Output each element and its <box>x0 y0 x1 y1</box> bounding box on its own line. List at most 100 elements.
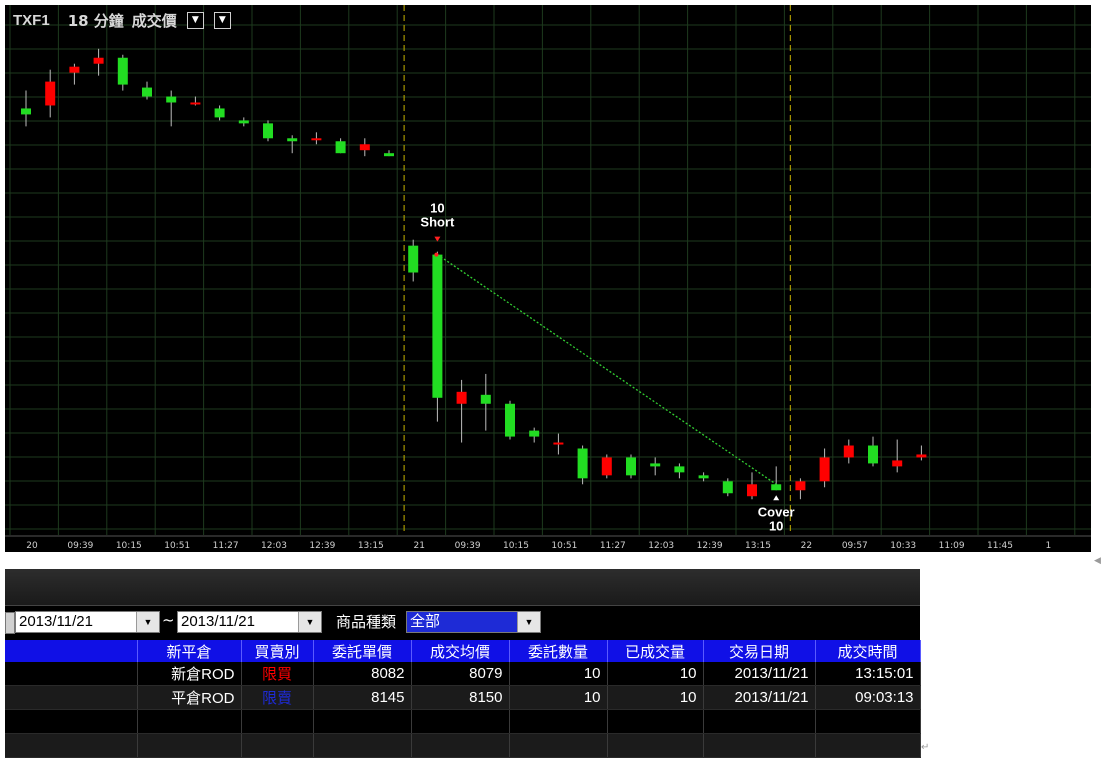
order-qty-cell: 10 <box>509 662 608 686</box>
x-axis-tick-label: 1 <box>1046 541 1052 551</box>
x-axis-tick-label: 10:15 <box>116 541 142 551</box>
candle-body <box>747 484 757 497</box>
table-row[interactable] <box>5 733 921 758</box>
order-panel: 2013/11/21 ▼ ~ 2013/11/21 ▼ 商品種類 全部 ▼ 新平… <box>5 569 921 758</box>
candle-body <box>335 141 346 154</box>
table-cell <box>5 662 138 686</box>
side-cell: 限買 <box>241 662 314 686</box>
x-axis-tick-label: 11:27 <box>213 541 239 551</box>
table-cell <box>313 709 412 734</box>
column-header[interactable]: 委託單價 <box>313 640 412 662</box>
candle-body <box>311 138 322 141</box>
trade-date-cell: 2013/11/21 <box>703 685 816 710</box>
trade-time-cell: 09:03:13 <box>815 685 921 710</box>
candle-body <box>166 96 177 103</box>
category-select[interactable]: 全部 ▼ <box>406 611 541 633</box>
date-from-dropdown-icon[interactable]: ▼ <box>136 612 159 632</box>
x-axis-tick-label: 11:27 <box>600 541 626 551</box>
candle-body <box>69 66 80 73</box>
table-row[interactable]: 平倉ROD 限賣 8145 8150 10 10 2013/11/21 09:0… <box>5 685 921 710</box>
candle-body <box>21 108 31 115</box>
left-control-stub[interactable] <box>5 612 15 634</box>
candle-body <box>795 481 806 491</box>
column-header[interactable]: 新平倉 <box>137 640 242 662</box>
date-from-combo[interactable]: 2013/11/21 ▼ <box>15 611 160 633</box>
order-type-cell: 新倉ROD <box>137 662 242 686</box>
candle-body <box>238 120 249 124</box>
candlestick-chart[interactable]: 10ShortCover1020 09:39 10:15 10:51 11:27 12:0… <box>5 5 1091 552</box>
candle-body <box>722 481 733 494</box>
table-cell <box>137 709 242 734</box>
candle-body <box>868 445 878 464</box>
table-cell <box>411 709 510 734</box>
candle-body <box>771 484 782 491</box>
candle-body <box>674 466 685 473</box>
cover-qty-label: 10 <box>769 518 783 533</box>
x-axis-tick-label: 11:45 <box>987 541 1013 551</box>
x-axis-tick-label: 10:51 <box>551 541 577 551</box>
table-header-row: 新平倉 買賣別 委託單價 成交均價 委託數量 已成交量 交易日期 成交時間 <box>5 640 921 662</box>
avg-price-cell: 8079 <box>411 662 510 686</box>
category-dropdown-icon[interactable]: ▼ <box>517 612 540 632</box>
x-axis-tick-label: 13:15 <box>745 541 771 551</box>
category-value: 全部 <box>410 613 441 630</box>
table-cell <box>703 733 816 758</box>
filter-row: 2013/11/21 ▼ ~ 2013/11/21 ▼ 商品種類 全部 ▼ <box>5 609 920 637</box>
x-axis-tick-label: 10:51 <box>164 541 190 551</box>
column-header[interactable]: 成交時間 <box>815 640 921 662</box>
order-qty-cell: 10 <box>509 685 608 710</box>
price-type-dropdown-icon[interactable]: ▼ <box>186 11 204 29</box>
x-axis-tick-label: 09:57 <box>842 541 868 551</box>
table-cell <box>815 733 921 758</box>
candle-body <box>626 457 636 476</box>
side-cell: 限賣 <box>241 685 314 710</box>
return-mark-icon: ↵ <box>921 742 930 753</box>
table-cell <box>5 709 138 734</box>
candle-body <box>359 144 370 151</box>
candle-body <box>384 153 394 157</box>
interval-dropdown-icon[interactable]: ▼ <box>213 11 231 29</box>
candle-body <box>480 394 491 404</box>
column-header[interactable]: 成交均價 <box>411 640 510 662</box>
table-row[interactable]: 新倉ROD 限買 8082 8079 10 10 2013/11/21 13:1… <box>5 662 921 686</box>
column-header[interactable] <box>5 640 138 662</box>
date-to-combo[interactable]: 2013/11/21 ▼ <box>177 611 322 633</box>
table-cell <box>5 685 138 710</box>
date-range-separator: ~ <box>162 611 175 629</box>
chart-header: TXF1 18 分鐘 成交價 ▼ ▼ <box>13 9 231 31</box>
x-axis-tick-label: 22 <box>801 541 812 551</box>
candle-body <box>698 475 709 479</box>
candle-body <box>117 57 128 85</box>
symbol-label: TXF1 <box>13 11 50 29</box>
table-cell <box>241 709 314 734</box>
panel-toolbar <box>5 569 920 606</box>
table-cell <box>313 733 412 758</box>
order-price-cell: 8145 <box>313 685 412 710</box>
candle-body <box>892 460 903 467</box>
table-cell <box>5 733 138 758</box>
column-header[interactable]: 買賣別 <box>241 640 314 662</box>
candle-body <box>577 448 588 479</box>
x-axis-tick-label: 11:09 <box>939 541 965 551</box>
candle-body <box>601 457 612 476</box>
x-axis-tick-label: 13:15 <box>358 541 384 551</box>
scroll-left-icon[interactable]: ◀ <box>1094 556 1101 566</box>
candle-body <box>263 123 273 139</box>
order-type-cell: 平倉ROD <box>137 685 242 710</box>
candle-body <box>214 108 225 118</box>
candle-body <box>843 445 854 458</box>
candle-body <box>529 430 540 437</box>
candle-body <box>408 245 419 273</box>
table-row[interactable] <box>5 709 921 734</box>
chart-panel[interactable]: 10 Short Cover 10 20 09:39 10:15 10:51 11:27 12:0… <box>5 5 1091 552</box>
interval-label: 18 分鐘 <box>67 11 124 30</box>
column-header[interactable]: 已成交量 <box>607 640 704 662</box>
candle-body <box>505 403 515 437</box>
column-header[interactable]: 交易日期 <box>703 640 816 662</box>
column-header[interactable]: 委託數量 <box>509 640 608 662</box>
order-price-cell: 8082 <box>313 662 412 686</box>
date-to-dropdown-icon[interactable]: ▼ <box>298 612 321 632</box>
entry-marker <box>434 252 439 257</box>
x-axis-tick-label: 12:39 <box>309 541 335 551</box>
filled-qty-cell: 10 <box>607 662 704 686</box>
